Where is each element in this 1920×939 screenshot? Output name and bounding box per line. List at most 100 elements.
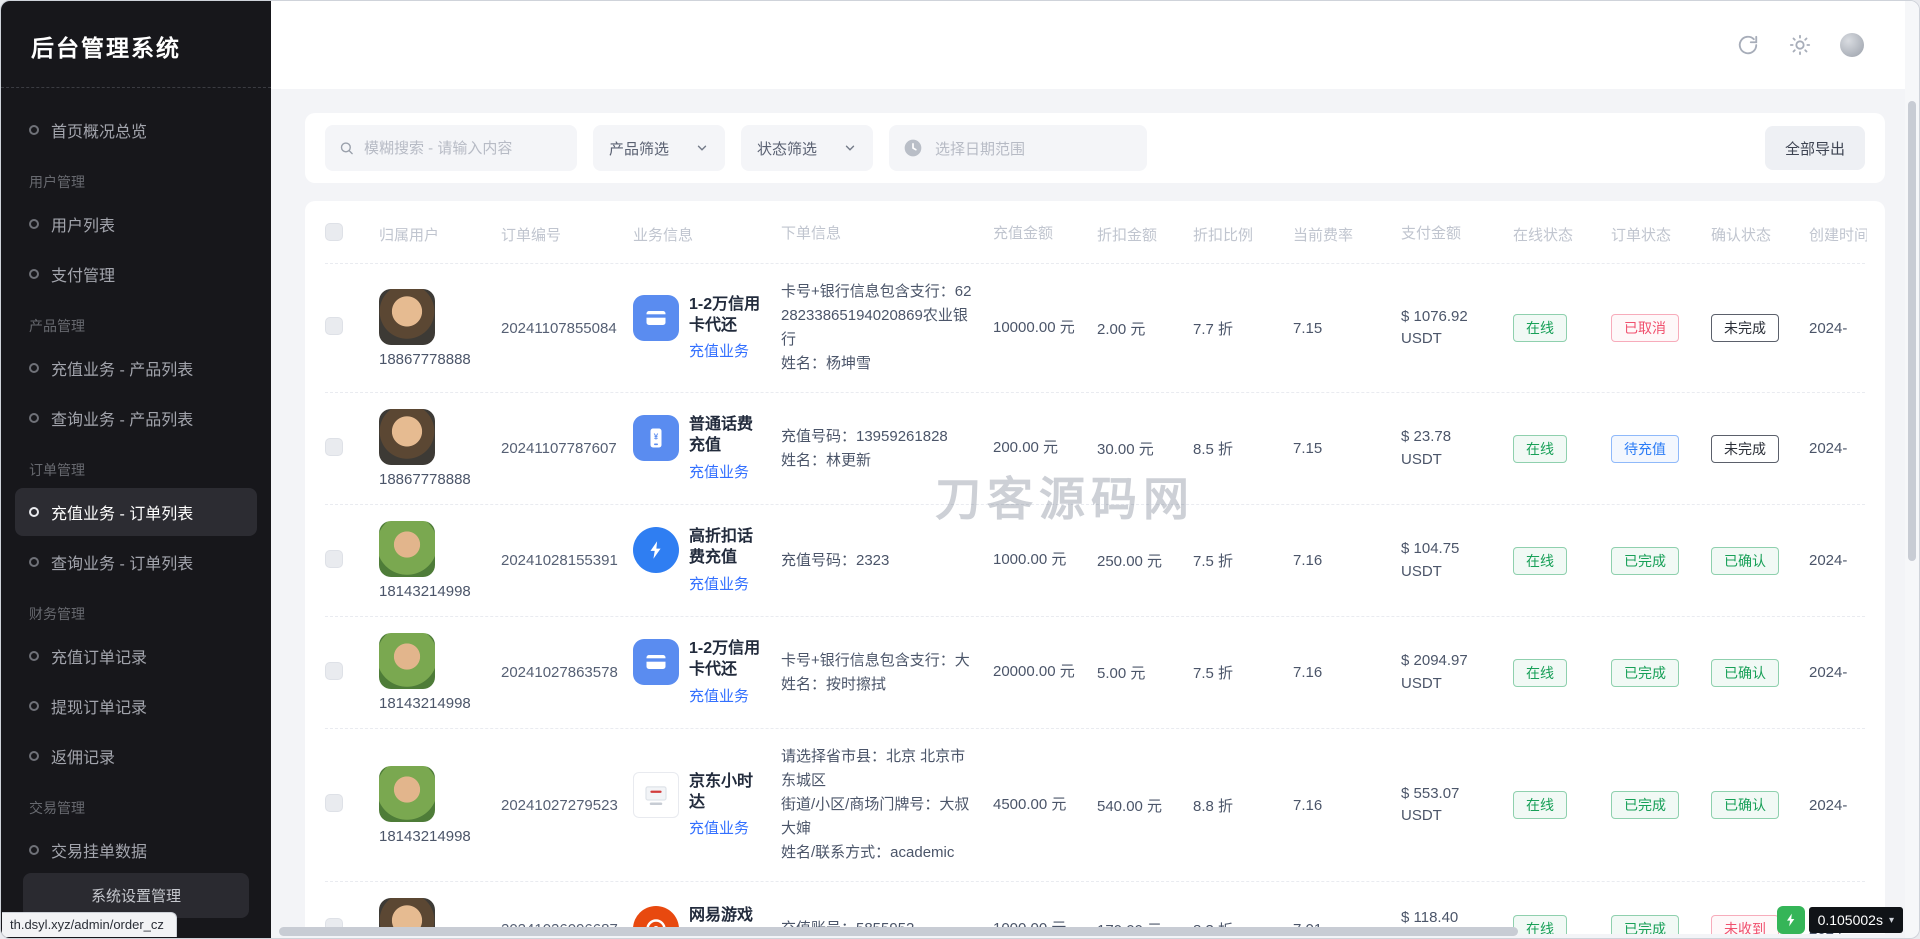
sidebar-item-label: 返佣记录 xyxy=(51,744,115,768)
row-checkbox[interactable] xyxy=(325,550,343,568)
export-all-button[interactable]: 全部导出 xyxy=(1765,126,1865,170)
discount-amount: 30.00 元 xyxy=(1097,438,1193,459)
status-filter-select[interactable]: 状态筛选 xyxy=(741,125,873,171)
row-checkbox[interactable] xyxy=(325,317,343,335)
order-number: 20241107787607 xyxy=(501,440,633,457)
current-rate: 7.15 xyxy=(1293,320,1401,337)
refresh-button[interactable] xyxy=(1727,24,1769,66)
theme-light-button[interactable] xyxy=(1779,24,1821,66)
circle-icon xyxy=(29,701,39,711)
online-status-badge: 在线 xyxy=(1513,435,1567,463)
sidebar-item-label: 查询业务 - 产品列表 xyxy=(51,406,193,430)
discount-ratio: 8.5 折 xyxy=(1193,438,1293,459)
sun-icon xyxy=(1789,34,1811,56)
product-name: 普通话费充值 xyxy=(689,415,765,457)
timer-value: 0.105002s xyxy=(1818,912,1883,928)
column-header: 充值金额 xyxy=(993,223,1097,246)
business-type: 充值业务 xyxy=(689,685,765,706)
circle-icon xyxy=(29,219,39,229)
sidebar-item-withdraw-records[interactable]: 提现订单记录 xyxy=(15,682,257,730)
product-name: 京东小时达 xyxy=(689,772,765,814)
online-status-badge: 在线 xyxy=(1513,314,1567,342)
credit-card-icon xyxy=(633,295,679,341)
product-name: 高折扣话费充值 xyxy=(689,527,765,569)
row-checkbox[interactable] xyxy=(325,662,343,680)
chevron-down-icon xyxy=(843,141,857,155)
current-rate: 7.16 xyxy=(1293,797,1401,814)
credit-card-icon xyxy=(633,639,679,685)
search-box[interactable] xyxy=(325,125,577,171)
sidebar-item-dashboard[interactable]: 首页概况总览 xyxy=(15,106,257,154)
horizontal-scrollbar-thumb[interactable] xyxy=(279,927,1518,936)
chevron-down-icon xyxy=(695,141,709,155)
select-all-checkbox[interactable] xyxy=(325,223,343,241)
order-status-badge: 已完成 xyxy=(1611,659,1679,687)
sidebar-item-recharge-orders[interactable]: 充值业务 - 订单列表 xyxy=(15,488,257,536)
user-phone: 18867778888 xyxy=(379,471,485,488)
business-type: 充值业务 xyxy=(689,817,765,838)
product-filter-select[interactable]: 产品筛选 xyxy=(593,125,725,171)
order-number: 20241027279523 xyxy=(501,797,633,814)
search-input[interactable] xyxy=(364,140,563,157)
business-type: 充值业务 xyxy=(689,461,765,482)
sidebar-item-query-products[interactable]: 查询业务 - 产品列表 xyxy=(15,394,257,442)
recharge-amount: 1000.00 元 xyxy=(993,549,1097,572)
discount-ratio: 7.5 折 xyxy=(1193,550,1293,571)
theme-dark-button[interactable] xyxy=(1831,24,1873,66)
filter-bar: 产品筛选 状态筛选 选择日期范围 全部导出 xyxy=(305,113,1885,183)
current-rate: 7.15 xyxy=(1293,440,1401,457)
user-avatar xyxy=(379,633,435,689)
caret-down-icon: ▾ xyxy=(1889,915,1894,926)
row-checkbox[interactable] xyxy=(325,438,343,456)
circle-icon xyxy=(29,845,39,855)
lightning-icon xyxy=(633,527,679,573)
created-at: 2024- xyxy=(1809,664,1867,681)
row-checkbox[interactable] xyxy=(325,794,343,812)
order-status-badge: 已完成 xyxy=(1611,791,1679,819)
sidebar-item-label: 查询业务 - 订单列表 xyxy=(51,550,193,574)
sidebar-item-rebate-records[interactable]: 返佣记录 xyxy=(15,732,257,780)
circle-icon xyxy=(29,363,39,373)
search-icon xyxy=(339,139,354,157)
sidebar-item-payment[interactable]: 支付管理 xyxy=(15,250,257,298)
discount-ratio: 8.8 折 xyxy=(1193,795,1293,816)
extension-icon[interactable] xyxy=(1777,906,1805,934)
order-info: 卡号+银行信息包含支行：6228233865194020869农业银行 姓名：杨… xyxy=(781,280,993,376)
discount-amount: 540.00 元 xyxy=(1097,795,1193,816)
order-number: 20241107855084 xyxy=(501,320,633,337)
created-at: 2024- xyxy=(1809,320,1867,337)
table-row: 18143214998 20241027279523 京东小时达 充值业务 请 xyxy=(325,728,1865,881)
discount-ratio: 7.7 折 xyxy=(1193,318,1293,339)
status-filter-label: 状态筛选 xyxy=(757,138,817,159)
recharge-amount: 10000.00 元 xyxy=(993,317,1097,340)
circle-icon xyxy=(29,125,39,135)
product-name: 1-2万信用卡代还 xyxy=(689,639,765,681)
created-at: 2024- xyxy=(1809,797,1867,814)
column-header: 业务信息 xyxy=(633,224,781,245)
column-header: 支付金额 xyxy=(1401,223,1513,246)
table-header-row: 归属用户 订单编号 业务信息 下单信息 充值金额 折扣金额 折扣比例 当前费率 … xyxy=(325,205,1865,263)
sidebar-item-recharge-records[interactable]: 充值订单记录 xyxy=(15,632,257,680)
vertical-scrollbar[interactable] xyxy=(1905,1,1919,938)
timer-badge[interactable]: 0.105002s ▾ xyxy=(1809,907,1903,933)
date-range-picker[interactable]: 选择日期范围 xyxy=(889,125,1147,171)
pay-amount: $ 2094.97 USDT xyxy=(1401,650,1513,695)
column-header: 订单编号 xyxy=(501,224,633,245)
sidebar-item-label: 提现订单记录 xyxy=(51,694,147,718)
order-info: 请选择省市县：北京 北京市 东城区 街道/小区/商场门牌号：大叔大婶 姓名/联系… xyxy=(781,745,993,865)
sidebar-item-label: 充值业务 - 产品列表 xyxy=(51,356,193,380)
horizontal-scrollbar[interactable] xyxy=(273,927,1903,936)
table-row: 18867778888 20241107855084 1-2万信用卡代还 充值业… xyxy=(325,263,1865,392)
sidebar-item-query-orders[interactable]: 查询业务 - 订单列表 xyxy=(15,538,257,586)
sidebar-item-recharge-products[interactable]: 充值业务 - 产品列表 xyxy=(15,344,257,392)
order-status-badge: 待充值 xyxy=(1611,435,1679,463)
sidebar-item-user-list[interactable]: 用户列表 xyxy=(15,200,257,248)
vertical-scrollbar-thumb[interactable] xyxy=(1908,101,1916,561)
user-phone: 18143214998 xyxy=(379,583,485,600)
column-header: 折扣金额 xyxy=(1097,224,1193,245)
business-type: 充值业务 xyxy=(689,573,765,594)
timer-overlay: 0.105002s ▾ xyxy=(1777,906,1903,934)
svg-text:¥: ¥ xyxy=(654,433,659,442)
sidebar-item-trade-orders[interactable]: 交易挂单数据 xyxy=(15,826,257,859)
moon-icon xyxy=(1840,33,1864,57)
